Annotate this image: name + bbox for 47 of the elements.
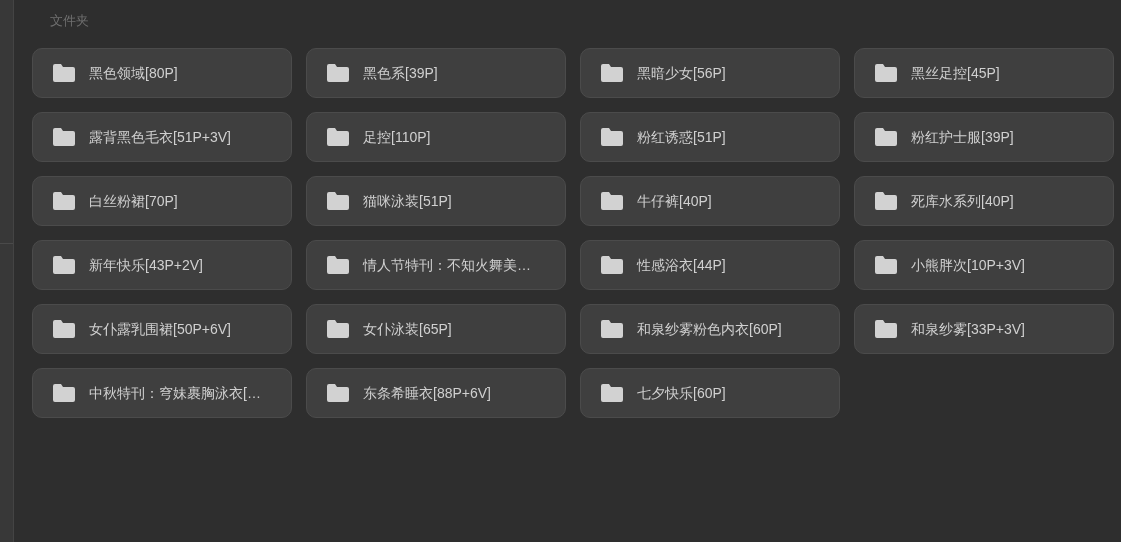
folder-button[interactable]: 牛仔裤[40P] xyxy=(580,176,840,226)
folder-icon xyxy=(875,320,897,338)
folder-icon xyxy=(53,256,75,274)
folder-button[interactable]: 猫咪泳装[51P] xyxy=(306,176,566,226)
folder-icon xyxy=(53,192,75,210)
folder-icon xyxy=(327,384,349,402)
folder-button[interactable]: 黑暗少女[56P] xyxy=(580,48,840,98)
folder-icon xyxy=(53,64,75,82)
folder-icon xyxy=(53,320,75,338)
folder-button[interactable]: 情人节特刊：不知火舞美… xyxy=(306,240,566,290)
folder-button[interactable]: 足控[110P] xyxy=(306,112,566,162)
folder-button[interactable]: 和泉纱雾[33P+3V] xyxy=(854,304,1114,354)
folder-icon xyxy=(327,192,349,210)
folder-icon xyxy=(601,128,623,146)
folder-icon xyxy=(875,256,897,274)
folder-button[interactable]: 女仆露乳围裙[50P+6V] xyxy=(32,304,292,354)
folder-icon xyxy=(327,320,349,338)
folder-button[interactable]: 中秋特刊：穹妹裹胸泳衣[… xyxy=(32,368,292,418)
folder-button[interactable]: 小熊胖次[10P+3V] xyxy=(854,240,1114,290)
folder-icon xyxy=(875,192,897,210)
folder-icon xyxy=(875,128,897,146)
folder-button[interactable]: 黑色系[39P] xyxy=(306,48,566,98)
folder-icon xyxy=(327,256,349,274)
folder-icon xyxy=(601,64,623,82)
folder-button[interactable]: 性感浴衣[44P] xyxy=(580,240,840,290)
folder-button[interactable]: 粉红诱惑[51P] xyxy=(580,112,840,162)
folder-icon xyxy=(875,64,897,82)
folder-icon xyxy=(53,128,75,146)
folder-button[interactable]: 七夕快乐[60P] xyxy=(580,368,840,418)
folder-icon xyxy=(327,128,349,146)
folder-button[interactable]: 和泉纱雾粉色内衣[60P] xyxy=(580,304,840,354)
folder-icon xyxy=(601,256,623,274)
folder-button[interactable]: 死库水系列[40P] xyxy=(854,176,1114,226)
folder-button[interactable]: 新年快乐[43P+2V] xyxy=(32,240,292,290)
folder-icon xyxy=(327,64,349,82)
section-title: 文件夹 xyxy=(50,12,89,30)
folder-icon xyxy=(53,384,75,402)
folder-button[interactable]: 露背黑色毛衣[51P+3V] xyxy=(32,112,292,162)
folder-button[interactable]: 黑丝足控[45P] xyxy=(854,48,1114,98)
folder-icon xyxy=(601,192,623,210)
folder-button[interactable]: 白丝粉裙[70P] xyxy=(32,176,292,226)
folder-icon xyxy=(601,384,623,402)
folder-icon xyxy=(601,320,623,338)
folder-button[interactable]: 粉红护士服[39P] xyxy=(854,112,1114,162)
folder-button[interactable]: 女仆泳装[65P] xyxy=(306,304,566,354)
folder-button[interactable]: 黑色领域[80P] xyxy=(32,48,292,98)
folder-button[interactable]: 东条希睡衣[88P+6V] xyxy=(306,368,566,418)
